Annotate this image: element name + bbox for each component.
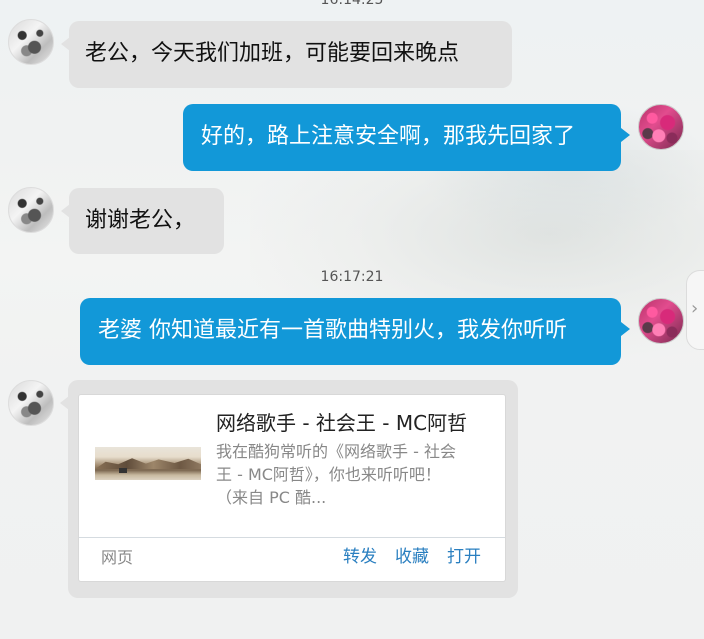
card-description-line: 我在酷狗常听的《网络歌手 - 社会 — [216, 442, 456, 461]
message-bubble-incoming[interactable]: 老公，今天我们加班，可能要回来晚点 — [61, 21, 512, 88]
card-description: 我在酷狗常听的《网络歌手 - 社会 王 - MC阿哲》，你也来听听吧！ （来自 … — [216, 440, 496, 509]
chevron-right-icon: › — [691, 298, 699, 319]
message-bubble-incoming[interactable]: 谢谢老公， — [61, 188, 224, 254]
open-button[interactable]: 打开 — [447, 545, 481, 569]
side-panel-toggle[interactable]: › — [686, 270, 704, 350]
card-source-label: 网页 — [101, 548, 134, 567]
contact-avatar[interactable] — [8, 19, 54, 65]
message-bubble-outgoing[interactable]: 好的，路上注意安全啊，那我先回家了 — [183, 104, 630, 171]
message-text: 好的，路上注意安全啊，那我先回家了 — [201, 124, 576, 149]
message-bubble-outgoing[interactable]: 老婆 你知道最近有一首歌曲特别火，我发你听听 — [80, 298, 630, 365]
music-share-card[interactable]: 网络歌手 - 社会王 - MC阿哲 我在酷狗常听的《网络歌手 - 社会 王 - … — [78, 394, 506, 582]
message-text: 老婆 你知道最近有一首歌曲特别火，我发你听听 — [98, 318, 567, 343]
card-description-line: （来自 PC 酷... — [216, 488, 327, 507]
card-thumbnail — [95, 447, 201, 480]
message-timestamp: 16:14:25 — [320, 0, 384, 8]
chat-window: 16:14:25 老公，今天我们加班，可能要回来晚点 好的，路上注意安全啊，那我… — [0, 0, 704, 639]
self-avatar[interactable] — [638, 298, 684, 344]
favorite-button[interactable]: 收藏 — [395, 545, 429, 569]
forward-button[interactable]: 转发 — [343, 545, 377, 569]
self-avatar[interactable] — [638, 104, 684, 150]
message-text: 谢谢老公， — [85, 208, 196, 233]
message-timestamp: 16:17:21 — [320, 269, 384, 285]
card-description-line: 王 - MC阿哲》，你也来听听吧！ — [216, 465, 441, 484]
card-title: 网络歌手 - 社会王 - MC阿哲 — [216, 411, 468, 435]
contact-avatar[interactable] — [8, 380, 54, 426]
contact-avatar[interactable] — [8, 187, 54, 233]
message-bubble-incoming: 网络歌手 - 社会王 - MC阿哲 我在酷狗常听的《网络歌手 - 社会 王 - … — [60, 380, 518, 598]
message-text: 老公，今天我们加班，可能要回来晚点 — [85, 41, 460, 66]
card-divider — [79, 537, 505, 538]
